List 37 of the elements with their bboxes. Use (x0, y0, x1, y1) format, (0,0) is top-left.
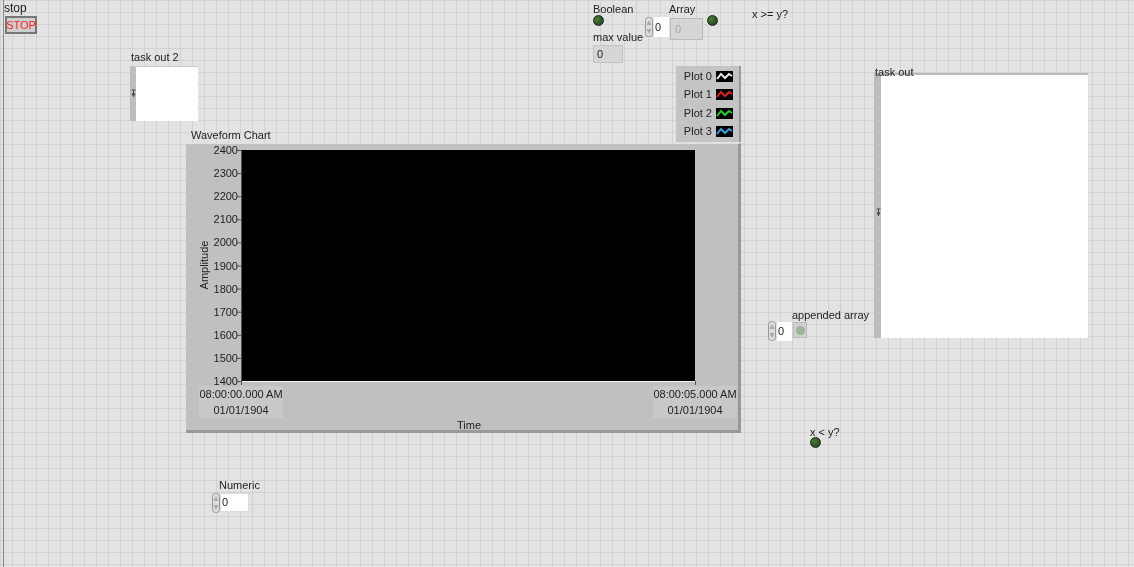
y-tick-label: 2100 (212, 213, 238, 226)
control-label: Array (669, 3, 696, 16)
y-tick-label: 2300 (212, 167, 238, 180)
control-label: max value (593, 31, 644, 44)
x-tick-label: 08:00:00.000 AM 01/01/1904 (199, 386, 283, 418)
control-label: stop (4, 2, 27, 15)
string-array-display (130, 66, 198, 121)
index-scroll-icon[interactable] (876, 208, 881, 217)
x-axis-title: Time (457, 419, 482, 431)
plot-line-icon[interactable] (716, 70, 733, 82)
x-tick-label: 08:00:05.000 AM 01/01/1904 (653, 386, 737, 418)
plot-line-icon[interactable] (716, 126, 733, 138)
control-label: x < y? (810, 426, 840, 439)
index-field[interactable]: 0 (654, 17, 669, 37)
plot-line-icon[interactable] (716, 107, 733, 119)
y-tick-label: 2400 (212, 144, 238, 156)
legend-label: Plot 3 (683, 125, 712, 139)
y-tick-label: 1400 (212, 375, 238, 387)
index-scroll-icon[interactable] (131, 89, 136, 98)
legend-label: Plot 0 (683, 69, 712, 83)
y-tick-label: 1600 (212, 328, 238, 341)
legend-label: Plot 1 (683, 88, 712, 102)
control-label: Numeric (219, 479, 260, 492)
y-tick-label: 1700 (212, 305, 238, 318)
control-label: task out (875, 66, 914, 79)
control-label: x >= y? (752, 8, 789, 21)
plot-line-icon[interactable] (716, 89, 733, 101)
y-tick-label: 1500 (212, 351, 238, 364)
y-tick-label: 2200 (212, 190, 238, 203)
numeric-field[interactable]: 0 (220, 493, 249, 512)
legend-label: Plot 2 (683, 106, 712, 120)
control-label: task out 2 (131, 51, 179, 64)
control-label: Boolean (593, 3, 634, 16)
control-label: appended array (792, 309, 870, 322)
control-label: Waveform Chart (191, 129, 271, 142)
y-axis-title: Amplitude (198, 240, 211, 290)
max-value-indicator: 0 (593, 45, 623, 63)
